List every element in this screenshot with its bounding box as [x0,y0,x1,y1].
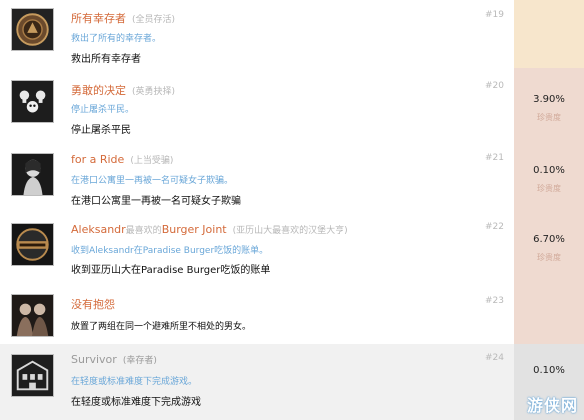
achievement-stats [514,0,584,68]
achievement-row[interactable]: Aleksandr最喜欢的Burger Joint (亚历山大最喜欢的汉堡大亨) … [0,214,584,284]
unlock-percent: 0.10% [533,165,565,176]
achievement-main: for a Ride (上当受骗) 在港口公寓里一再被一名可疑女子欺骗。 在港口公… [0,142,514,214]
achievement-main: 没有抱怨 放置了两组在同一个避难所里不相处的男女。 #23 [0,284,514,344]
achievement-row[interactable]: 所有幸存者 (全员存活) 救出了所有的幸存者。 救出所有幸存者 #19 [0,0,584,68]
achievement-main: Aleksandr最喜欢的Burger Joint (亚历山大最喜欢的汉堡大亨) … [0,214,514,284]
achievement-main: 勇敢的决定 (英勇抉择) 停止屠杀平民。 停止屠杀平民 #20 [0,68,514,142]
achievement-stats: 6.70% 珍贵度 [514,214,584,284]
rarity-label: 珍贵度 [537,184,561,193]
achievement-main: Survivor (幸存者) 在轻度或标准难度下完成游戏。 在轻度或标准难度下完成… [0,344,514,420]
building-icon [11,354,54,397]
achievement-stats: 0.10% 游侠网 [514,344,584,420]
achievement-tag: (上当受骗) [130,156,174,166]
achievement-title: 所有幸存者 (全员存活) [71,10,175,26]
achievement-translation: 救出所有幸存者 [71,54,141,65]
survivor-medal-icon [11,8,54,51]
achievement-description: 在港口公寓里一再被一名可疑女子欺骗。 [71,176,234,186]
achievement-name: 勇敢的决定 [71,84,126,97]
achievement-number: #24 [485,353,504,363]
achievement-tag: (全员存活) [132,15,176,25]
achievement-stats: 3.90% 珍贵度 [514,68,584,142]
achievement-tag: (亚历山大最喜欢的汉堡大亨) [232,226,348,236]
achievement-title: 勇敢的决定 (英勇抉择) [71,82,175,98]
achievement-name: 所有幸存者 [71,12,126,25]
achievement-list: 所有幸存者 (全员存活) 救出了所有的幸存者。 救出所有幸存者 #19 勇敢的决… [0,0,584,420]
achievement-title: for a Ride (上当受骗) [71,153,173,166]
achievement-row[interactable]: 没有抱怨 放置了两组在同一个避难所里不相处的男女。 #23 [0,284,584,344]
rarity-label: 珍贵度 [537,113,561,122]
achievement-main: 所有幸存者 (全员存活) 救出了所有的幸存者。 救出所有幸存者 #19 [0,0,514,68]
achievement-description: 停止屠杀平民。 [71,105,135,115]
achievement-name: 没有抱怨 [71,298,115,311]
achievement-title: 没有抱怨 [71,296,121,312]
achievement-stats: 0.10% 珍贵度 [514,142,584,214]
achievement-translation: 停止屠杀平民 [71,125,131,136]
achievement-tag: (英勇抉择) [132,87,176,97]
achievement-name: Survivor [71,353,117,366]
woman-portrait-icon [11,153,54,196]
achievement-name-part: Aleksandr [71,223,126,236]
achievement-description: 救出了所有的幸存者。 [71,34,162,44]
achievement-translation: 在港口公寓里一再被一名可疑女子欺骗 [71,196,241,207]
achievement-stats [514,284,584,344]
unlock-percent: 6.70% [533,234,565,245]
achievement-row[interactable]: for a Ride (上当受骗) 在港口公寓里一再被一名可疑女子欺骗。 在港口公… [0,142,584,214]
watermark-logo: 游侠网 [526,396,578,415]
achievement-number: #21 [485,153,504,163]
achievement-title: Aleksandr最喜欢的Burger Joint (亚历山大最喜欢的汉堡大亨) [71,223,348,236]
skulls-icon [11,80,54,123]
achievement-translation: 收到亚历山大在Paradise Burger吃饭的账单 [71,265,271,276]
achievement-name-part: 最喜欢的 [125,226,162,236]
couple-portrait-icon [11,294,54,337]
unlock-percent: 0.10% [533,365,565,376]
achievement-translation: 放置了两组在同一个避难所里不相处的男女。 [71,322,252,332]
burger-joint-badge-icon [11,223,54,266]
unlock-percent: 3.90% [533,94,565,105]
achievement-row[interactable]: 勇敢的决定 (英勇抉择) 停止屠杀平民。 停止屠杀平民 #20 3.90% 珍贵度 [0,68,584,142]
achievement-translation: 在轻度或标准难度下完成游戏 [71,397,201,408]
achievement-tag: (幸存者) [122,356,157,366]
achievement-description: 收到Aleksandr在Paradise Burger吃饭的账单。 [71,246,269,256]
rarity-label: 珍贵度 [537,253,561,262]
achievement-description: 在轻度或标准难度下完成游戏。 [71,377,198,387]
achievement-number: #23 [485,296,504,306]
achievement-number: #20 [485,81,504,91]
achievement-name: for a Ride [71,153,125,166]
achievement-row[interactable]: Survivor (幸存者) 在轻度或标准难度下完成游戏。 在轻度或标准难度下完成… [0,344,584,420]
achievement-number: #19 [485,10,504,20]
achievement-name-part: Burger Joint [161,223,227,236]
achievement-number: #22 [485,222,504,232]
achievement-title: Survivor (幸存者) [71,353,157,366]
